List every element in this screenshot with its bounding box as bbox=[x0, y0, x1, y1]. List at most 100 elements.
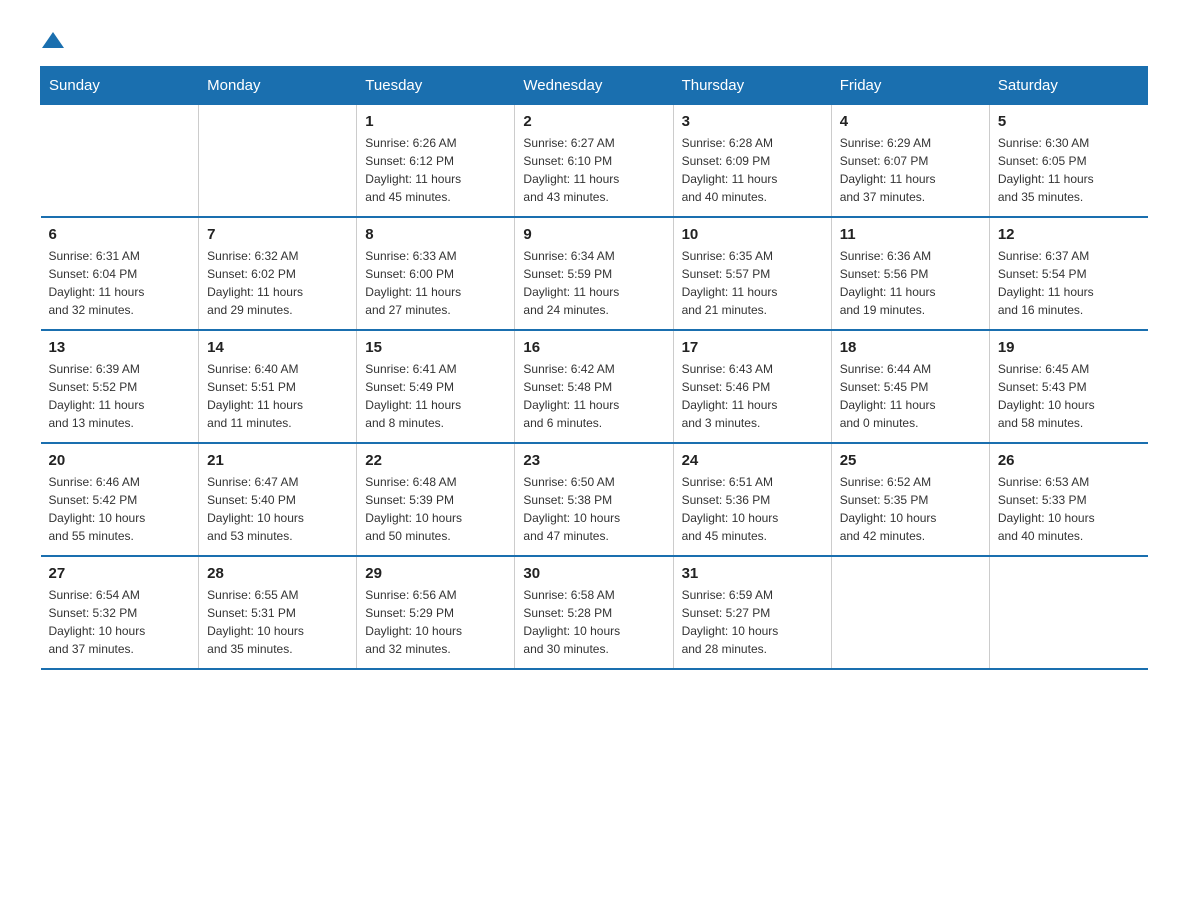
calendar-cell: 3 Sunrise: 6:28 AMSunset: 6:09 PMDaylight… bbox=[673, 105, 831, 218]
calendar-cell: 4 Sunrise: 6:29 AMSunset: 6:07 PMDaylight… bbox=[831, 105, 989, 218]
calendar-cell bbox=[989, 556, 1147, 669]
calendar-cell: 2 Sunrise: 6:27 AMSunset: 6:10 PMDaylight… bbox=[515, 105, 673, 218]
day-number: 24 bbox=[682, 452, 823, 469]
day-info: Sunrise: 6:39 AMSunset: 5:52 PMDaylight:… bbox=[49, 360, 191, 432]
calendar-cell: 18 Sunrise: 6:44 AMSunset: 5:45 PMDayligh… bbox=[831, 330, 989, 443]
calendar-cell: 23 Sunrise: 6:50 AMSunset: 5:38 PMDayligh… bbox=[515, 443, 673, 556]
day-number: 19 bbox=[998, 339, 1140, 356]
calendar-cell: 20 Sunrise: 6:46 AMSunset: 5:42 PMDayligh… bbox=[41, 443, 199, 556]
day-info: Sunrise: 6:55 AMSunset: 5:31 PMDaylight:… bbox=[207, 586, 348, 658]
calendar-cell: 16 Sunrise: 6:42 AMSunset: 5:48 PMDayligh… bbox=[515, 330, 673, 443]
calendar-cell: 31Sunrise: 6:59 AMSunset: 5:27 PMDayligh… bbox=[673, 556, 831, 669]
day-info: Sunrise: 6:58 AMSunset: 5:28 PMDaylight:… bbox=[523, 586, 664, 658]
day-number: 14 bbox=[207, 339, 348, 356]
calendar-cell: 21Sunrise: 6:47 AMSunset: 5:40 PMDayligh… bbox=[199, 443, 357, 556]
day-number: 17 bbox=[682, 339, 823, 356]
column-header-monday: Monday bbox=[199, 67, 357, 105]
calendar-cell bbox=[831, 556, 989, 669]
calendar-table: SundayMondayTuesdayWednesdayThursdayFrid… bbox=[40, 66, 1148, 670]
calendar-week-row: 1Sunrise: 6:26 AMSunset: 6:12 PMDaylight… bbox=[41, 105, 1148, 218]
calendar-cell: 28 Sunrise: 6:55 AMSunset: 5:31 PMDayligh… bbox=[199, 556, 357, 669]
day-number: 10 bbox=[682, 226, 823, 243]
day-info: Sunrise: 6:34 AMSunset: 5:59 PMDaylight:… bbox=[523, 247, 664, 319]
calendar-week-row: 20 Sunrise: 6:46 AMSunset: 5:42 PMDayligh… bbox=[41, 443, 1148, 556]
calendar-cell: 1Sunrise: 6:26 AMSunset: 6:12 PMDaylight… bbox=[357, 105, 515, 218]
day-number: 16 bbox=[523, 339, 664, 356]
day-info: Sunrise: 6:50 AMSunset: 5:38 PMDaylight:… bbox=[523, 473, 664, 545]
day-info: Sunrise: 6:36 AMSunset: 5:56 PMDaylight:… bbox=[840, 247, 981, 319]
day-number: 3 bbox=[682, 113, 823, 130]
calendar-cell: 24 Sunrise: 6:51 AMSunset: 5:36 PMDayligh… bbox=[673, 443, 831, 556]
day-info: Sunrise: 6:42 AMSunset: 5:48 PMDaylight:… bbox=[523, 360, 664, 432]
calendar-cell: 12 Sunrise: 6:37 AMSunset: 5:54 PMDayligh… bbox=[989, 217, 1147, 330]
column-header-thursday: Thursday bbox=[673, 67, 831, 105]
day-info: Sunrise: 6:28 AMSunset: 6:09 PMDaylight:… bbox=[682, 134, 823, 206]
day-info: Sunrise: 6:31 AMSunset: 6:04 PMDaylight:… bbox=[49, 247, 191, 319]
day-info: Sunrise: 6:27 AMSunset: 6:10 PMDaylight:… bbox=[523, 134, 664, 206]
calendar-cell: 13 Sunrise: 6:39 AMSunset: 5:52 PMDayligh… bbox=[41, 330, 199, 443]
day-info: Sunrise: 6:35 AMSunset: 5:57 PMDaylight:… bbox=[682, 247, 823, 319]
day-info: Sunrise: 6:29 AMSunset: 6:07 PMDaylight:… bbox=[840, 134, 981, 206]
calendar-cell: 15 Sunrise: 6:41 AMSunset: 5:49 PMDayligh… bbox=[357, 330, 515, 443]
calendar-cell: 27 Sunrise: 6:54 AMSunset: 5:32 PMDayligh… bbox=[41, 556, 199, 669]
day-number: 26 bbox=[998, 452, 1140, 469]
day-info: Sunrise: 6:59 AMSunset: 5:27 PMDaylight:… bbox=[682, 586, 823, 658]
day-number: 4 bbox=[840, 113, 981, 130]
calendar-cell: 9Sunrise: 6:34 AMSunset: 5:59 PMDaylight… bbox=[515, 217, 673, 330]
day-info: Sunrise: 6:41 AMSunset: 5:49 PMDaylight:… bbox=[365, 360, 506, 432]
day-number: 2 bbox=[523, 113, 664, 130]
day-number: 29 bbox=[365, 565, 506, 582]
day-number: 15 bbox=[365, 339, 506, 356]
calendar-cell: 11Sunrise: 6:36 AMSunset: 5:56 PMDayligh… bbox=[831, 217, 989, 330]
day-number: 20 bbox=[49, 452, 191, 469]
calendar-week-row: 27 Sunrise: 6:54 AMSunset: 5:32 PMDayligh… bbox=[41, 556, 1148, 669]
day-info: Sunrise: 6:33 AMSunset: 6:00 PMDaylight:… bbox=[365, 247, 506, 319]
calendar-cell: 5 Sunrise: 6:30 AMSunset: 6:05 PMDaylight… bbox=[989, 105, 1147, 218]
day-info: Sunrise: 6:40 AMSunset: 5:51 PMDaylight:… bbox=[207, 360, 348, 432]
day-number: 18 bbox=[840, 339, 981, 356]
calendar-cell bbox=[41, 105, 199, 218]
calendar-cell bbox=[199, 105, 357, 218]
day-number: 30 bbox=[523, 565, 664, 582]
day-number: 13 bbox=[49, 339, 191, 356]
day-info: Sunrise: 6:37 AMSunset: 5:54 PMDaylight:… bbox=[998, 247, 1140, 319]
column-header-sunday: Sunday bbox=[41, 67, 199, 105]
day-info: Sunrise: 6:51 AMSunset: 5:36 PMDaylight:… bbox=[682, 473, 823, 545]
calendar-cell: 30 Sunrise: 6:58 AMSunset: 5:28 PMDayligh… bbox=[515, 556, 673, 669]
calendar-cell: 19 Sunrise: 6:45 AMSunset: 5:43 PMDayligh… bbox=[989, 330, 1147, 443]
day-info: Sunrise: 6:52 AMSunset: 5:35 PMDaylight:… bbox=[840, 473, 981, 545]
column-header-friday: Friday bbox=[831, 67, 989, 105]
day-info: Sunrise: 6:30 AMSunset: 6:05 PMDaylight:… bbox=[998, 134, 1140, 206]
day-info: Sunrise: 6:48 AMSunset: 5:39 PMDaylight:… bbox=[365, 473, 506, 545]
day-number: 28 bbox=[207, 565, 348, 582]
day-info: Sunrise: 6:54 AMSunset: 5:32 PMDaylight:… bbox=[49, 586, 191, 658]
calendar-header-row: SundayMondayTuesdayWednesdayThursdayFrid… bbox=[41, 67, 1148, 105]
day-number: 12 bbox=[998, 226, 1140, 243]
day-info: Sunrise: 6:44 AMSunset: 5:45 PMDaylight:… bbox=[840, 360, 981, 432]
column-header-saturday: Saturday bbox=[989, 67, 1147, 105]
calendar-cell: 7Sunrise: 6:32 AMSunset: 6:02 PMDaylight… bbox=[199, 217, 357, 330]
day-number: 5 bbox=[998, 113, 1140, 130]
day-number: 7 bbox=[207, 226, 348, 243]
column-header-wednesday: Wednesday bbox=[515, 67, 673, 105]
calendar-cell: 8Sunrise: 6:33 AMSunset: 6:00 PMDaylight… bbox=[357, 217, 515, 330]
day-number: 23 bbox=[523, 452, 664, 469]
day-number: 27 bbox=[49, 565, 191, 582]
day-number: 6 bbox=[49, 226, 191, 243]
day-info: Sunrise: 6:46 AMSunset: 5:42 PMDaylight:… bbox=[49, 473, 191, 545]
calendar-cell: 17Sunrise: 6:43 AMSunset: 5:46 PMDayligh… bbox=[673, 330, 831, 443]
calendar-week-row: 6 Sunrise: 6:31 AMSunset: 6:04 PMDaylight… bbox=[41, 217, 1148, 330]
day-info: Sunrise: 6:47 AMSunset: 5:40 PMDaylight:… bbox=[207, 473, 348, 545]
page-header bbox=[40, 30, 1148, 46]
day-info: Sunrise: 6:53 AMSunset: 5:33 PMDaylight:… bbox=[998, 473, 1140, 545]
day-number: 1 bbox=[365, 113, 506, 130]
calendar-cell: 14 Sunrise: 6:40 AMSunset: 5:51 PMDayligh… bbox=[199, 330, 357, 443]
day-info: Sunrise: 6:45 AMSunset: 5:43 PMDaylight:… bbox=[998, 360, 1140, 432]
calendar-cell: 29Sunrise: 6:56 AMSunset: 5:29 PMDayligh… bbox=[357, 556, 515, 669]
calendar-week-row: 13 Sunrise: 6:39 AMSunset: 5:52 PMDayligh… bbox=[41, 330, 1148, 443]
calendar-cell: 25 Sunrise: 6:52 AMSunset: 5:35 PMDayligh… bbox=[831, 443, 989, 556]
logo-triangle-icon bbox=[42, 30, 64, 50]
column-header-tuesday: Tuesday bbox=[357, 67, 515, 105]
calendar-cell: 22Sunrise: 6:48 AMSunset: 5:39 PMDayligh… bbox=[357, 443, 515, 556]
day-number: 25 bbox=[840, 452, 981, 469]
